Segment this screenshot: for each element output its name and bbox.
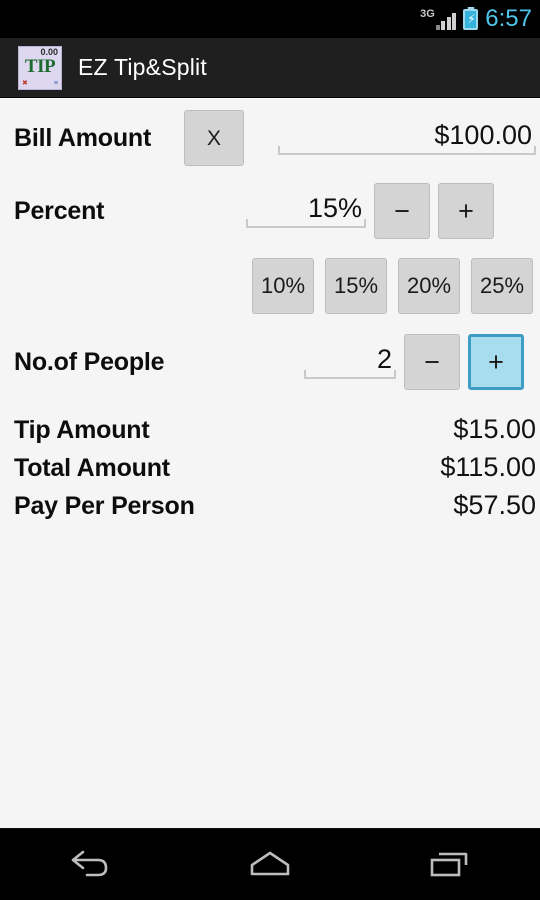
people-row: No.of People 2 − +	[14, 324, 538, 400]
people-increment-button[interactable]: +	[468, 334, 524, 390]
percent-value: 15%	[307, 192, 362, 223]
signal-strength-bars	[435, 13, 457, 30]
total-amount-row: Total Amount $115.00	[14, 452, 536, 490]
status-bar: 3G 6:57	[0, 0, 540, 38]
percent-row: Percent 15% − +	[14, 174, 538, 248]
results-section: Tip Amount $15.00 Total Amount $115.00 P…	[14, 414, 538, 528]
pay-per-person-label: Pay Per Person	[14, 492, 195, 520]
percent-increment-button[interactable]: +	[438, 183, 494, 239]
people-decrement-button[interactable]: −	[404, 334, 460, 390]
recents-icon[interactable]	[395, 829, 505, 900]
app-logo-icon: 0.00 TIP ✖ ≡	[18, 45, 62, 90]
bill-amount-row: Bill Amount X $100.00	[14, 98, 538, 174]
preset-percent-button-2[interactable]: 15%	[325, 258, 387, 314]
bill-amount-value: $100.00	[434, 119, 532, 150]
back-icon[interactable]	[35, 829, 145, 900]
action-bar: 0.00 TIP ✖ ≡ EZ Tip&Split	[0, 38, 540, 98]
preset-percent-button-3[interactable]: 20%	[398, 258, 460, 314]
preset-percent-button-4[interactable]: 25%	[471, 258, 533, 314]
clear-bill-button[interactable]: X	[184, 110, 244, 166]
navigation-bar	[0, 828, 540, 900]
app-logo-footer: ✖ ≡	[22, 80, 58, 87]
app-logo-text: TIP	[24, 55, 56, 77]
battery-charging-icon	[463, 8, 479, 30]
percent-label: Percent	[14, 196, 105, 225]
pay-per-person-row: Pay Per Person $57.50	[14, 490, 536, 528]
percent-input[interactable]: 15%	[246, 192, 366, 229]
bill-amount-input[interactable]: $100.00	[278, 119, 536, 156]
pay-per-person-value: $57.50	[453, 490, 536, 520]
app-logo-right-mark: ≡	[53, 79, 58, 87]
bill-amount-label: Bill Amount	[14, 123, 152, 152]
app-logo-left-mark: ✖	[22, 79, 28, 87]
status-icons: 3G 6:57	[418, 4, 532, 32]
people-value: 2	[376, 343, 392, 374]
signal-bars-icon: 3G	[418, 8, 457, 30]
tip-amount-row: Tip Amount $15.00	[14, 414, 536, 452]
network-type-label: 3G	[420, 8, 435, 20]
percent-decrement-button[interactable]: −	[374, 183, 430, 239]
home-icon[interactable]	[215, 829, 325, 900]
main-content: Bill Amount X $100.00 Percent 15% − + 10…	[0, 98, 540, 828]
people-label: No.of People	[14, 347, 165, 376]
percent-presets-row: 10% 15% 20% 25%	[14, 248, 538, 324]
app-title: EZ Tip&Split	[78, 54, 207, 80]
tip-amount-label: Tip Amount	[14, 416, 150, 444]
total-amount-value: $115.00	[440, 452, 536, 482]
status-bar-clock: 6:57	[485, 4, 532, 32]
tip-amount-value: $15.00	[453, 414, 536, 444]
phone-screen: 3G 6:57 0.00 TIP ✖ ≡ EZ Tip&Split Bill A…	[0, 0, 540, 900]
preset-percent-button-1[interactable]: 10%	[252, 258, 314, 314]
total-amount-label: Total Amount	[14, 454, 170, 482]
people-input[interactable]: 2	[304, 343, 396, 380]
